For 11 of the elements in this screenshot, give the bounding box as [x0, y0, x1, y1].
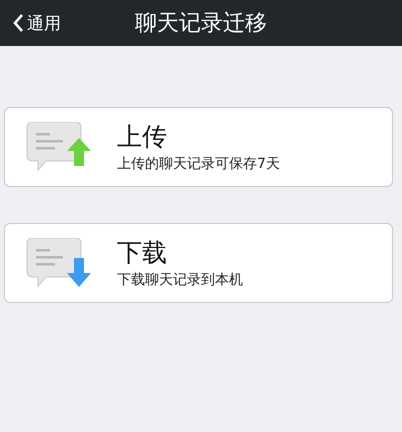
option-title: 下载	[117, 237, 168, 269]
back-chevron-icon	[12, 13, 24, 33]
back-button[interactable]: 通用	[0, 12, 61, 34]
option-card[interactable]: 上传 上传的聊天记录可保存7天	[4, 107, 393, 187]
chat-upload-icon	[26, 122, 92, 172]
option-description: 上传的聊天记录可保存7天	[117, 155, 280, 173]
screen-title: 聊天记录迁移	[135, 10, 267, 38]
chat-download-icon	[26, 238, 92, 288]
option-title: 上传	[117, 121, 168, 153]
option-description: 下载聊天记录到本机	[117, 271, 243, 289]
option-card[interactable]: 下载 下载聊天记录到本机	[4, 223, 393, 303]
